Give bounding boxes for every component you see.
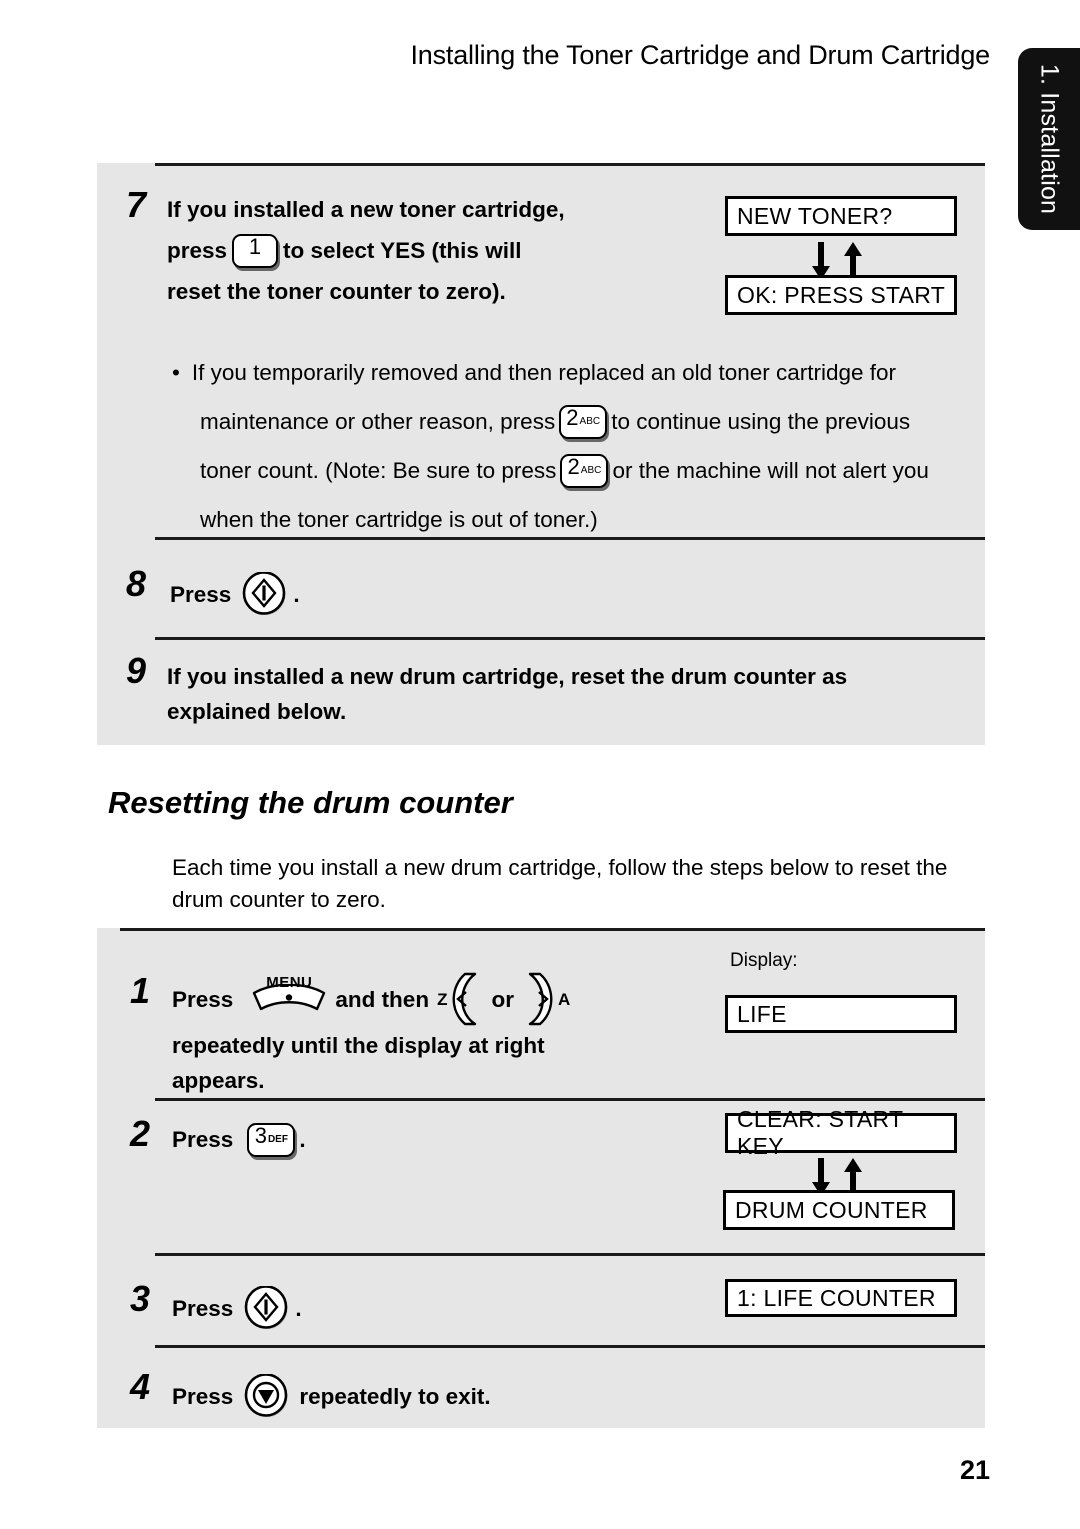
drum-step-1-number: 1 xyxy=(130,970,151,1011)
drum-step-1-mid: and then xyxy=(335,986,430,1012)
keypad-key-3def-digit: 3 xyxy=(254,1122,267,1148)
arrow-left-letter: Z xyxy=(437,989,448,1009)
page-number: 21 xyxy=(959,1455,990,1485)
section-heading: Resetting the drum counter xyxy=(108,785,513,820)
lcd-ok-press-start: OK: PRESS START xyxy=(725,275,957,315)
note-line-3: toner count. (Note: Be sure to press 2 A… xyxy=(200,446,972,495)
note-line-1: • If you temporarily removed and then re… xyxy=(172,348,972,397)
step-9-line1: If you installed a new drum cartridge, r… xyxy=(167,664,848,689)
drum-step-1-line3: appears. xyxy=(172,1068,265,1093)
page-title: Installing the Toner Cartridge and Drum … xyxy=(410,40,991,70)
step-8-text: Press . xyxy=(170,572,300,616)
keypad-key-2abc-second-digit: 2 xyxy=(567,453,580,479)
arrow-right-key-icon[interactable] xyxy=(522,972,558,1026)
keypad-key-2abc-first-sub: ABC xyxy=(579,415,601,427)
keypad-key-3def-sub: DEF xyxy=(267,1133,288,1145)
drum-step-4-post: repeatedly to exit. xyxy=(299,1383,491,1409)
start-button-icon[interactable] xyxy=(243,1286,291,1330)
drum-step-3-number: 3 xyxy=(130,1278,151,1319)
arrow-left-key-icon[interactable] xyxy=(447,972,483,1026)
section-intro: Each time you install a new drum cartrid… xyxy=(172,852,972,916)
drum-step-3-pre: Press xyxy=(172,1295,234,1321)
note-line-2: maintenance or other reason, press 2 ABC… xyxy=(200,397,972,446)
stop-button-icon[interactable] xyxy=(243,1374,291,1418)
drum-step-1-line1: Press MENU and then Z or A xyxy=(172,972,692,1026)
step-7-line3: reset the toner counter to zero). xyxy=(167,279,506,304)
divider-rule xyxy=(155,1345,985,1348)
start-button-icon[interactable] xyxy=(241,572,289,616)
keypad-key-2abc-first[interactable]: 2 ABC xyxy=(559,404,608,439)
step-8-trailing: . xyxy=(293,581,300,607)
step-7-line2-post: to select YES (this will xyxy=(283,238,522,263)
step-9-text: If you installed a new drum cartridge, r… xyxy=(167,659,957,729)
keypad-key-2abc-first-digit: 2 xyxy=(566,404,579,430)
divider-rule xyxy=(155,537,985,540)
drum-step-1-line2: repeatedly until the display at right xyxy=(172,1033,545,1058)
divider-rule xyxy=(155,637,985,640)
drum-step-4-number: 4 xyxy=(130,1366,151,1407)
step-9-line2: explained below. xyxy=(167,699,347,724)
divider-rule xyxy=(155,163,985,166)
drum-step-4-text: Press repeatedly to exit. xyxy=(172,1374,491,1418)
note-seg-3: to continue using the previous xyxy=(611,409,911,434)
divider-rule xyxy=(120,928,985,931)
note-seg-5: or the machine will not alert you xyxy=(612,458,929,483)
chapter-tab: 1. Installation xyxy=(1018,48,1080,230)
step-9-number: 9 xyxy=(126,650,147,691)
divider-rule xyxy=(155,1253,985,1256)
drum-step-3-text: Press . xyxy=(172,1286,302,1330)
keypad-key-1-digit: 1 xyxy=(248,233,262,259)
chapter-tab-label: 1. Installation xyxy=(1035,63,1064,215)
drum-step-4-pre: Press xyxy=(172,1383,234,1409)
note-seg-2: maintenance or other reason, press xyxy=(200,409,556,434)
menu-key-icon[interactable]: MENU xyxy=(251,974,327,1014)
display-caption: Display: xyxy=(730,950,798,971)
lcd-drum-counter: DRUM COUNTER xyxy=(723,1190,955,1230)
bullet-marker: • xyxy=(172,360,180,385)
drum-step-2-number: 2 xyxy=(130,1113,151,1154)
note-seg-1: If you temporarily removed and then repl… xyxy=(191,360,897,385)
step-8-number: 8 xyxy=(126,563,147,604)
step-7-text: If you installed a new toner cartridge, … xyxy=(167,192,707,309)
section-intro-line2: drum counter to zero. xyxy=(172,887,386,912)
keypad-key-2abc-second[interactable]: 2 ABC xyxy=(560,453,609,488)
note-seg-4: toner count. (Note: Be sure to press xyxy=(200,458,557,483)
keypad-key-3def[interactable]: 3 DEF xyxy=(247,1122,296,1157)
lcd-life: LIFE xyxy=(725,995,957,1033)
drum-step-1-or: or xyxy=(491,986,514,1012)
step-7-line2: press 1 to select YES (this will xyxy=(167,233,707,268)
lcd-life-counter: 1: LIFE COUNTER xyxy=(725,1279,957,1317)
step-7-line1: If you installed a new toner cartridge, xyxy=(167,197,565,222)
drum-step-2-pre: Press xyxy=(172,1127,234,1152)
keypad-key-2abc-second-sub: ABC xyxy=(580,464,602,476)
lcd-clear-start-key: CLEAR: START KEY xyxy=(725,1106,957,1159)
note-bullet-paragraph: • If you temporarily removed and then re… xyxy=(172,348,972,544)
step-8-label: Press xyxy=(170,581,232,607)
step-7-line2-pre: press xyxy=(167,238,228,263)
menu-key-label: MENU xyxy=(266,974,313,991)
drum-step-1-text: Press MENU and then Z or A repeatedly un… xyxy=(172,972,692,1098)
keypad-key-1[interactable]: 1 xyxy=(232,233,279,268)
arrow-right-letter: A xyxy=(557,989,571,1009)
drum-step-1-pre: Press xyxy=(172,986,234,1012)
section-intro-line1: Each time you install a new drum cartrid… xyxy=(172,855,948,880)
divider-rule xyxy=(155,1098,985,1101)
drum-step-3-trailing: . xyxy=(295,1295,302,1321)
lcd-new-toner: NEW TONER? xyxy=(725,196,957,236)
drum-step-2-text: Press 3 DEF . xyxy=(172,1122,306,1157)
drum-step-2-trailing: . xyxy=(299,1127,306,1152)
step-7-number: 7 xyxy=(126,184,147,225)
